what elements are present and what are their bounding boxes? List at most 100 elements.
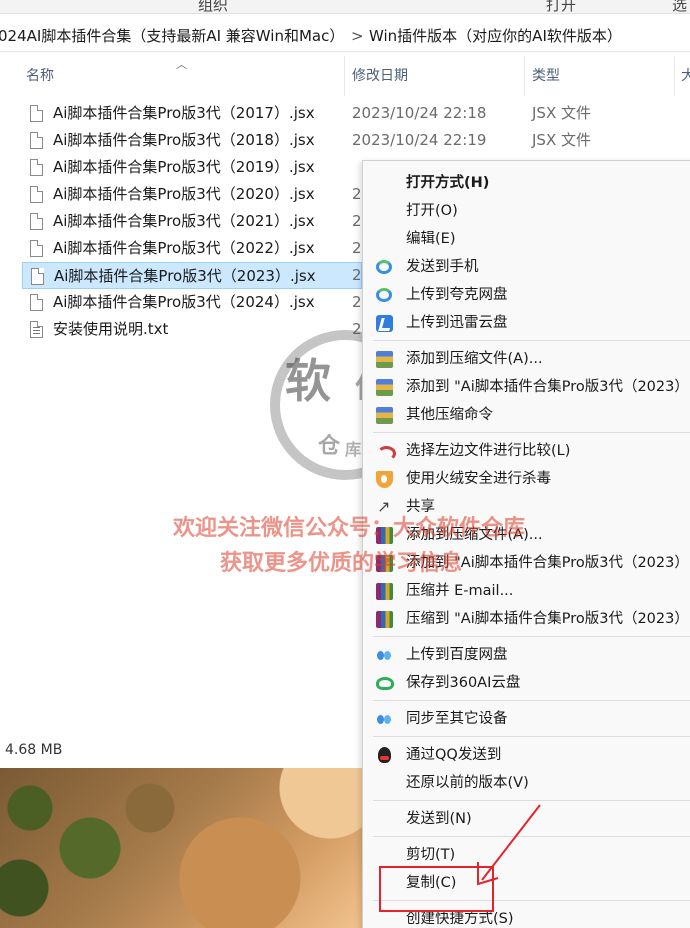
zip-archive-icon: [376, 379, 393, 396]
file-row[interactable]: Ai脚本插件合集Pro版3代（2023）.jsx: [22, 262, 362, 289]
jsx-file-icon: [30, 186, 43, 203]
menu-item-label: 压缩到 "Ai脚本插件合集Pro版3代（2023）: [406, 611, 689, 627]
watermark-seal-char: 软: [285, 354, 331, 408]
jsx-file-icon: [30, 294, 43, 311]
menu-item[interactable]: 使用火绒安全进行杀毒: [363, 465, 690, 493]
menu-item-label: 通过QQ发送到: [406, 747, 502, 763]
menu-item[interactable]: 通过QQ发送到: [363, 741, 690, 769]
file-name: Ai脚本插件合集Pro版3代（2023）.jsx: [54, 267, 316, 285]
menu-separator: [373, 736, 690, 737]
menu-item[interactable]: 同步至其它设备: [363, 705, 690, 733]
winrar-icon: [376, 583, 393, 600]
menu-item-label: 其他压缩命令: [406, 407, 493, 423]
menu-item-label: 添加到压缩文件(A)...: [406, 351, 543, 367]
ribbon-organize[interactable]: 组织: [198, 0, 228, 15]
file-name: Ai脚本插件合集Pro版3代（2017）.jsx: [53, 104, 315, 122]
file-modified-date: 2: [352, 212, 362, 230]
file-name: Ai脚本插件合集Pro版3代（2018）.jsx: [53, 131, 315, 149]
watermark-text-line2: 获取更多优质的学习信息: [219, 551, 462, 576]
file-name: Ai脚本插件合集Pro版3代（2021）.jsx: [53, 212, 315, 230]
menu-item[interactable]: 还原以前的版本(V): [363, 769, 690, 797]
breadcrumb-current[interactable]: Win插件版本（对应你的AI软件版本）: [369, 20, 622, 51]
file-name: Ai脚本插件合集Pro版3代（2019）.jsx: [53, 158, 315, 176]
column-divider[interactable]: [524, 56, 525, 96]
file-name: Ai脚本插件合集Pro版3代（2024）.jsx: [53, 293, 315, 311]
menu-item[interactable]: 发送到手机: [363, 253, 690, 281]
menu-item-label: 上传到百度网盘: [406, 647, 508, 663]
quark-cloud-icon: [376, 260, 392, 274]
column-header-size[interactable]: 大: [681, 56, 690, 96]
file-row[interactable]: Ai脚本插件合集Pro版3代（2018）.jsx: [22, 127, 362, 154]
menu-item-label: 添加到 "Ai脚本插件合集Pro版3代（2023）: [406, 379, 689, 395]
menu-item[interactable]: 打开方式(H): [363, 169, 690, 197]
status-selected-size: 4.68 MB: [5, 742, 63, 758]
file-row[interactable]: Ai脚本插件合集Pro版3代（2020）.jsx: [22, 181, 362, 208]
file-row[interactable]: Ai脚本插件合集Pro版3代（2019）.jsx: [22, 154, 362, 181]
desktop-wallpaper: [0, 768, 362, 928]
menu-item[interactable]: 选择左边文件进行比较(L): [363, 437, 690, 465]
menu-item-label: 上传到夸克网盘: [406, 287, 508, 303]
menu-item[interactable]: 压缩并 E-mail...: [363, 577, 690, 605]
breadcrumb-chevron-icon: >: [351, 27, 364, 45]
menu-item[interactable]: 压缩到 "Ai脚本插件合集Pro版3代（2023）: [363, 605, 690, 633]
qq-icon: [378, 747, 391, 763]
quark-cloud-icon: [376, 288, 392, 302]
file-type: JSX 文件: [532, 131, 591, 149]
column-header-name[interactable]: 名称: [26, 56, 54, 96]
watermark-seal-char: 库: [345, 440, 362, 459]
column-header-type[interactable]: 类型: [532, 56, 560, 96]
ribbon-open[interactable]: 打开: [546, 0, 576, 15]
column-header-modified[interactable]: 修改日期: [352, 56, 408, 96]
menu-item-label: 发送到手机: [406, 259, 479, 275]
menu-item[interactable]: 上传到迅雷云盘: [363, 309, 690, 337]
file-modified-date: 2023/10/24 22:19: [352, 131, 487, 149]
jsx-file-icon: [30, 132, 43, 149]
menu-item[interactable]: 上传到夸克网盘: [363, 281, 690, 309]
ribbon-select[interactable]: 选: [672, 0, 687, 15]
xunlei-icon: [376, 315, 393, 332]
zip-archive-icon: [376, 351, 393, 368]
file-row[interactable]: Ai脚本插件合集Pro版3代（2024）.jsx: [22, 289, 362, 316]
file-name: Ai脚本插件合集Pro版3代（2022）.jsx: [53, 239, 315, 257]
menu-item-label: 编辑(E): [406, 231, 456, 247]
file-modified-date: 2: [352, 239, 362, 257]
menu-item[interactable]: 添加到压缩文件(A)...: [363, 345, 690, 373]
file-list: Ai脚本插件合集Pro版3代（2017）.jsx Ai脚本插件合集Pro版3代（2…: [22, 100, 362, 343]
menu-item[interactable]: 保存到360AI云盘: [363, 669, 690, 697]
menu-item[interactable]: 编辑(E): [363, 225, 690, 253]
column-header-row: 名称 修改日期 类型 大: [0, 56, 690, 96]
file-type: JSX 文件: [532, 104, 591, 122]
menu-item-label: 剪切(T): [406, 847, 456, 863]
menu-separator: [373, 340, 690, 341]
menu-separator: [373, 636, 690, 637]
file-row[interactable]: Ai脚本插件合集Pro版3代（2021）.jsx: [22, 208, 362, 235]
menu-item[interactable]: 打开(O): [363, 197, 690, 225]
jsx-file-icon: [30, 213, 43, 230]
menu-item-label: 还原以前的版本(V): [406, 775, 529, 791]
menu-separator: [373, 432, 690, 433]
menu-item[interactable]: 上传到百度网盘: [363, 641, 690, 669]
file-row[interactable]: Ai脚本插件合集Pro版3代（2017）.jsx: [22, 100, 362, 127]
menu-item-label: 打开(O): [406, 203, 458, 219]
txt-file-icon: [30, 321, 43, 338]
baidu-netdisk-icon: [376, 711, 393, 728]
menu-item[interactable]: 其他压缩命令: [363, 401, 690, 429]
huorong-shield-icon: [376, 471, 393, 488]
annotation-arrow-icon: [477, 804, 541, 886]
breadcrumb-parent[interactable]: 024AI脚本插件合集（支持最新AI 兼容Win和Mac）: [0, 20, 344, 51]
menu-item-label: 打开方式(H): [406, 175, 490, 191]
winrar-icon: [376, 611, 393, 628]
file-name: 安装使用说明.txt: [53, 320, 169, 338]
column-divider[interactable]: [344, 56, 345, 96]
baidu-netdisk-icon: [376, 647, 393, 664]
menu-separator: [373, 700, 690, 701]
file-modified-date: 2: [352, 266, 362, 284]
menu-item[interactable]: 添加到 "Ai脚本插件合集Pro版3代（2023）: [363, 373, 690, 401]
360-cloud-icon: [376, 677, 394, 690]
file-detail-row: 2023/10/24 22:19 JSX 文件: [352, 127, 672, 154]
column-divider[interactable]: [674, 56, 675, 96]
menu-item-label: 同步至其它设备: [406, 711, 508, 727]
ribbon-toolbar: 组织 打开 选: [0, 0, 690, 14]
file-modified-date: 2: [352, 185, 362, 203]
file-row[interactable]: Ai脚本插件合集Pro版3代（2022）.jsx: [22, 235, 362, 262]
